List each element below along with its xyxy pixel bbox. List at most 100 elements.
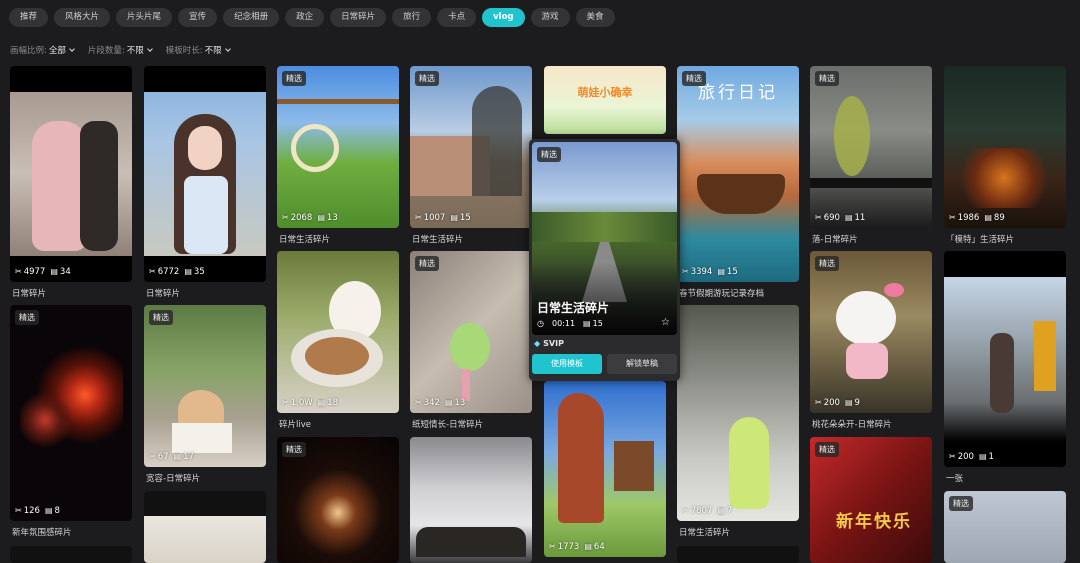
featured-badge: 精选: [815, 71, 839, 86]
tab-food[interactable]: 美食: [575, 8, 615, 27]
tab-travel[interactable]: 旅行: [392, 8, 432, 27]
uses-count: 1773: [549, 542, 580, 552]
clip-count: 18: [318, 398, 338, 408]
clip-count: 13: [445, 398, 466, 408]
tab-recommend[interactable]: 推荐: [9, 8, 49, 27]
template-card[interactable]: 1773 64: [544, 381, 666, 557]
template-card[interactable]: 200 1: [944, 251, 1066, 467]
template-card[interactable]: 萌娃小确幸: [544, 66, 666, 134]
template-card[interactable]: 精选 2068 13: [277, 66, 399, 228]
template-card[interactable]: 1.0W 18: [277, 251, 399, 413]
template-card[interactable]: 旅行日记 精选 3394 15: [677, 66, 799, 282]
clip-count: 11: [845, 213, 866, 223]
tab-daily[interactable]: 日常碎片: [330, 8, 387, 27]
tab-vlog[interactable]: vlog: [482, 8, 525, 27]
svip-label: ◆ SVIP: [534, 339, 564, 348]
uses-count: 4977: [15, 267, 46, 277]
template-card[interactable]: 精选 1007 15: [410, 66, 532, 228]
uses-count: 126: [15, 506, 40, 516]
filter-bar: 画幅比例: 全部 片段数量: 不限 模板时长: 不限: [10, 44, 231, 56]
uses-count: 690: [815, 213, 840, 223]
card-stats: 6772 35: [149, 267, 205, 277]
uses-count: 1986: [949, 213, 980, 223]
card-title: 宽容-日常碎片: [146, 474, 201, 484]
template-card[interactable]: 1986 89: [944, 66, 1066, 228]
card-title: 桃花朵朵开-日常碎片: [812, 420, 892, 430]
card-stats: 67 17: [149, 452, 194, 462]
card-title: 碎片live: [279, 420, 311, 430]
template-card[interactable]: 6772 35: [144, 66, 266, 282]
uses-count: 3394: [682, 267, 713, 277]
card-stats: 2068 13: [282, 213, 338, 223]
card-stats: 200 9: [815, 398, 860, 408]
diamond-icon: ◆: [534, 339, 541, 348]
uses-count: 6772: [149, 267, 180, 277]
template-card[interactable]: 精选 67 17: [144, 305, 266, 467]
template-card[interactable]: 精选 690 11: [810, 66, 932, 228]
tab-style[interactable]: 风格大片: [54, 8, 111, 27]
template-preview-popup[interactable]: 精选 日常生活碎片 ◷ 00:11 15 ☆ ◆SVIP 使用模板 解锁草稿: [529, 139, 680, 381]
chevron-down-icon: [69, 46, 75, 52]
featured-badge: 精选: [537, 147, 561, 162]
tab-game[interactable]: 游戏: [530, 8, 570, 27]
template-card[interactable]: 精选 342 13: [410, 251, 532, 413]
clip-count: 17: [174, 452, 194, 462]
card-stats: 126 8: [15, 506, 60, 516]
preview-clip-count: 15: [583, 319, 603, 328]
featured-badge: 精选: [415, 256, 439, 271]
template-card[interactable]: [410, 437, 532, 563]
template-card[interactable]: [144, 491, 266, 563]
card-stats: 4977 34: [15, 267, 71, 277]
category-tabs: 推荐 风格大片 片头片尾 宣传 纪念相册 政企 日常碎片 旅行 卡点 vlog …: [9, 8, 615, 27]
template-card[interactable]: 精选 126 8: [10, 305, 132, 521]
featured-badge: 精选: [282, 442, 306, 457]
template-card[interactable]: 精选: [277, 437, 399, 563]
chevron-down-icon: [146, 46, 153, 52]
tab-promo[interactable]: 宣传: [178, 8, 218, 27]
template-card[interactable]: 新年快乐 精选: [810, 437, 932, 563]
filter-duration[interactable]: 模板时长: 不限: [165, 44, 231, 56]
featured-badge: 精选: [815, 256, 839, 271]
filter-aspect-ratio[interactable]: 画幅比例: 全部: [10, 44, 75, 56]
card-stats: 1007 15: [415, 213, 471, 223]
tab-intro-outro[interactable]: 片头片尾: [116, 8, 173, 27]
filter-value: 不限: [126, 46, 144, 56]
template-card[interactable]: 7807 7: [677, 305, 799, 521]
template-card[interactable]: 精选 200 9: [810, 251, 932, 413]
clip-count: 13: [317, 213, 338, 223]
template-card[interactable]: 4977 34: [10, 66, 132, 282]
featured-badge: 精选: [415, 71, 439, 86]
card-title: 落-日常碎片: [812, 235, 858, 245]
card-stats: 342 13: [415, 398, 466, 408]
featured-badge: 精选: [15, 310, 39, 325]
clip-count: 1: [979, 452, 994, 462]
card-stats: 1.0W 18: [282, 398, 338, 408]
card-title: 日常生活碎片: [412, 235, 464, 245]
star-icon[interactable]: ☆: [661, 317, 670, 328]
clip-count: 15: [450, 213, 471, 223]
use-template-button[interactable]: 使用模板: [532, 354, 602, 374]
featured-badge: 精选: [149, 310, 173, 325]
template-card[interactable]: [677, 546, 799, 563]
card-title: 「模特」生活碎片: [946, 235, 1015, 245]
clip-count: 35: [184, 267, 205, 277]
card-title: 日常碎片: [12, 289, 47, 299]
filter-label: 模板时长:: [165, 46, 203, 56]
banner-text: 萌娃小确幸: [577, 86, 633, 99]
clip-count: 89: [984, 213, 1005, 223]
clip-count: 64: [584, 542, 605, 552]
unlock-draft-button[interactable]: 解锁草稿: [607, 354, 677, 374]
filter-value: 全部: [48, 46, 66, 56]
card-title: 日常生活碎片: [679, 528, 731, 538]
svip-text: SVIP: [543, 339, 564, 348]
uses-count: 7807: [682, 506, 713, 516]
tab-beat[interactable]: 卡点: [437, 8, 477, 27]
template-card[interactable]: 精选: [944, 491, 1066, 563]
clip-count: 34: [50, 267, 71, 277]
tab-government[interactable]: 政企: [285, 8, 325, 27]
tab-album[interactable]: 纪念相册: [223, 8, 280, 27]
filter-clip-count[interactable]: 片段数量: 不限: [88, 44, 153, 56]
uses-count: 2068: [282, 213, 313, 223]
featured-badge: 精选: [682, 71, 706, 86]
template-card[interactable]: [10, 546, 132, 563]
